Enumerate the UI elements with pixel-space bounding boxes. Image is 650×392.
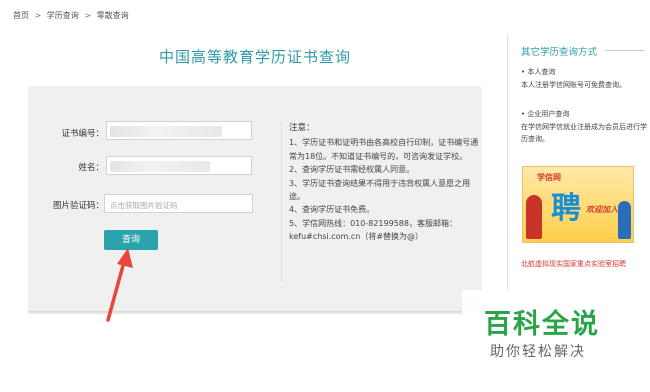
sidebar-title-rule xyxy=(605,50,645,51)
sidebar-personal-heading: • 本人查询 xyxy=(521,68,556,76)
main-content: 中国高等教育学历证书查询 证书编号： 姓名： 图片验证码： 点击获取图片验证码 … xyxy=(0,34,500,392)
watermark-subtitle: 助你轻松解决 xyxy=(490,344,586,360)
banner-logo: 学信网 xyxy=(537,173,561,182)
name-value-redacted xyxy=(110,161,210,172)
captcha-field[interactable]: 点击获取图片验证码 xyxy=(104,194,253,213)
watermark-title: 百科全说 xyxy=(484,309,600,340)
note-item: 1、学历证书和证明书由各高校自行印制，证书编号通常为18位。不知道证书编号的，可… xyxy=(289,138,479,161)
note-item: 2、查询学历证书需经权属人同意。 xyxy=(289,165,415,175)
banner-recruit-glyph: 聘 xyxy=(551,191,581,226)
breadcrumb-separator: > xyxy=(34,11,42,20)
note-item: 4、查询学历证书免费。 xyxy=(289,205,375,215)
note-item: 5、学信网热线：010-82199588，客服邮箱：kefu#chsi.com.… xyxy=(289,218,457,242)
breadcrumb-home[interactable]: 首页 xyxy=(13,11,29,20)
name-field[interactable] xyxy=(106,156,252,175)
cert-number-field[interactable] xyxy=(106,121,252,140)
name-label: 姓名： xyxy=(78,163,104,173)
sidebar-company-heading: • 企业用户查询 xyxy=(521,110,570,118)
recruit-banner[interactable]: 学信网 聘 欢迎加入 xyxy=(522,166,634,243)
cert-number-label: 证书编号： xyxy=(61,129,104,139)
notes-section: 注意： 1、学历证书和证明书由各高校自行印制，证书编号通常为18位。不知道证书编… xyxy=(289,122,479,244)
captcha-placeholder: 点击获取图片验证码 xyxy=(110,201,178,210)
breadcrumb: 首页 > 学历查询 > 零散查询 xyxy=(0,0,650,34)
cert-number-value-redacted xyxy=(110,126,222,137)
breadcrumb-current: 零散查询 xyxy=(96,11,129,20)
banner-welcome: 欢迎加入 xyxy=(586,205,618,214)
sidebar-recruit-link[interactable]: 北航虚拟现实国家重点实验室招聘 xyxy=(521,259,626,269)
figure-icon xyxy=(526,195,542,239)
figure-icon xyxy=(618,201,631,239)
note-item: 3、学历证书查询结果不得用于违背权属人意愿之用途。 xyxy=(289,178,471,202)
annotation-arrow-icon xyxy=(106,248,133,322)
breadcrumb-separator: > xyxy=(84,11,92,20)
sidebar-personal-text: 本人注册学信网账号可免费查询。 xyxy=(521,81,626,89)
sidebar-title: 其它学历查询方式 xyxy=(521,47,598,58)
notes-heading: 注意： xyxy=(289,123,315,133)
page-title: 中国高等教育学历证书查询 xyxy=(158,48,351,66)
captcha-label: 图片验证码： xyxy=(52,201,104,211)
sidebar-company-text: 在学信网学信就业注册成为会员后进行学历查询。 xyxy=(521,123,647,143)
notes-divider xyxy=(281,122,282,282)
panel-shadow xyxy=(28,311,482,315)
breadcrumb-section[interactable]: 学历查询 xyxy=(47,11,79,20)
